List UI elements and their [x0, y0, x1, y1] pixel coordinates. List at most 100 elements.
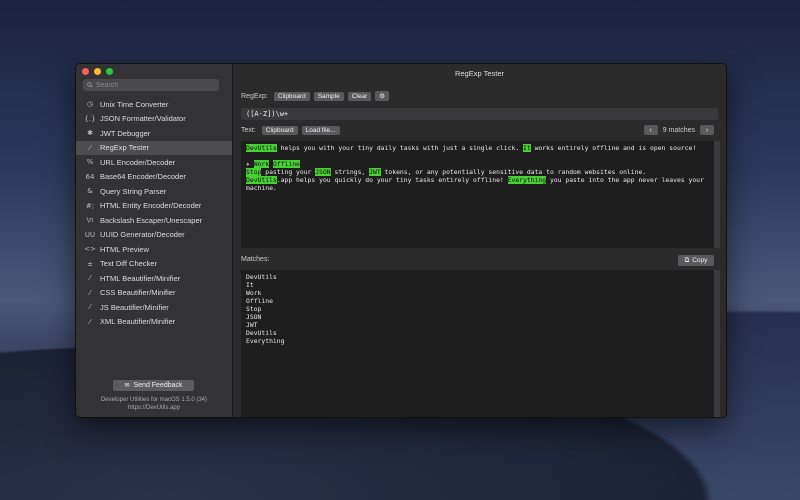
hash-icon: #;: [85, 201, 95, 210]
sidebar-item-label: RegExp Tester: [100, 143, 150, 153]
sidebar-item-label: JSON Formatter/Validator: [100, 114, 186, 124]
app-footer: Developer Utilities for macOS 1.5.0 (34)…: [76, 396, 232, 412]
main-panel: RegExp Tester RegExp: Clipboard Sample C…: [233, 64, 726, 417]
sample-button[interactable]: Sample: [313, 91, 344, 101]
sidebar-item-label: Text Diff Checker: [100, 259, 157, 269]
backslash-icon: \n: [86, 216, 94, 225]
sidebar-item[interactable]: % URL Encoder/Decoder: [76, 155, 232, 170]
clock-icon: ◷: [86, 100, 94, 109]
match-navigator: ‹ 9 matches ›: [643, 125, 714, 135]
wand-icon: ⁄: [89, 274, 91, 283]
braces-icon: {.}: [84, 114, 96, 123]
sidebar-item[interactable]: ⁄ HTML Beautifier/Minifier: [76, 271, 232, 286]
version-text: Developer Utilities for macOS 1.5.0 (34): [100, 397, 208, 403]
sidebar-item[interactable]: ± Text Diff Checker: [76, 257, 232, 272]
search-input[interactable]: [93, 81, 206, 89]
sidebar-item[interactable]: {.} JSON Formatter/Validator: [76, 112, 232, 127]
matches-list[interactable]: DevUtils It Work Offline Stop JSON JWT DevUtils…: [241, 270, 714, 417]
close-button[interactable]: [82, 68, 89, 75]
regexp-label: RegExp:: [241, 92, 268, 100]
send-feedback-label: Send Feedback: [133, 382, 183, 389]
text-editor[interactable]: DevUtils helps you with your tiny daily …: [241, 141, 714, 248]
wand-icon: ⁄: [89, 288, 91, 297]
match-item: It: [246, 281, 254, 289]
matches-scrollbar[interactable]: [714, 270, 720, 417]
regexp-toolbar: RegExp: Clipboard Sample Clear ⚙: [241, 91, 390, 101]
sidebar: ◷ Unix Time Converter {.} JSON Formatter/Va…: [76, 64, 233, 417]
copy-label: Copy: [692, 257, 708, 264]
sidebar-item-label: Unix Time Converter: [100, 99, 169, 109]
mail-icon: ✉: [124, 383, 130, 389]
search-field[interactable]: [83, 79, 219, 91]
uuid-icon: UU: [84, 230, 96, 239]
sidebar-item-label: Backslash Escaper/Unescaper: [100, 215, 203, 225]
sidebar-item[interactable]: <> HTML Preview: [76, 242, 232, 257]
jwt-icon: ✱: [87, 129, 93, 138]
sidebar-item-label: XML Beautifier/Minifier: [100, 317, 176, 327]
sidebar-item[interactable]: ◷ Unix Time Converter: [76, 97, 232, 112]
airplane-icon: ✈: [246, 160, 250, 168]
website-link[interactable]: https://DevUtils.app: [76, 404, 232, 412]
sidebar-item[interactable]: ⁄ RegExp Tester: [76, 140, 232, 155]
next-match-button[interactable]: ›: [700, 125, 714, 135]
sidebar-item-label: HTML Preview: [100, 244, 149, 254]
sidebar-item[interactable]: & Query String Parser: [76, 184, 232, 199]
sidebar-item[interactable]: #; HTML Entity Encoder/Decoder: [76, 199, 232, 214]
sidebar-item-label: UUID Generator/Decoder: [100, 230, 185, 240]
sidebar-item[interactable]: ⁄ CSS Beautifier/Minifier: [76, 286, 232, 301]
app-window: ◷ Unix Time Converter {.} JSON Formatter/Va…: [75, 63, 727, 418]
regexp-clipboard-button[interactable]: Clipboard: [273, 91, 310, 101]
match-item: Everything: [246, 337, 285, 345]
diff-icon: ±: [87, 259, 93, 268]
settings-gear-button[interactable]: ⚙: [375, 91, 390, 101]
match-item: Offline: [246, 297, 273, 305]
sidebar-item-label: CSS Beautifier/Minifier: [100, 288, 176, 298]
text-scrollbar[interactable]: [714, 141, 720, 248]
code-icon: <>: [84, 245, 96, 254]
sidebar-item-label: Query String Parser: [100, 186, 167, 196]
text-label: Text:: [241, 127, 256, 134]
clear-button[interactable]: Clear: [347, 91, 372, 101]
ampersand-icon: &: [87, 187, 93, 196]
match-item: JWT: [246, 321, 258, 329]
sidebar-item-label: Base64 Encoder/Decoder: [100, 172, 186, 182]
match-count: 9 matches: [662, 126, 695, 134]
traffic-lights: [82, 68, 113, 75]
text-clipboard-button[interactable]: Clipboard: [261, 126, 298, 135]
base64-icon: 64: [85, 172, 95, 181]
chevron-right-icon: ›: [705, 126, 709, 134]
text-toolbar: Text: Clipboard Load file...: [241, 126, 340, 135]
send-feedback-button[interactable]: ✉ Send Feedback: [113, 380, 194, 391]
matches-label: Matches:: [241, 256, 270, 263]
regexp-input[interactable]: ([A-Z])\w+: [241, 108, 718, 120]
copy-icon: ⧉: [684, 256, 690, 264]
sidebar-item-label: URL Encoder/Decoder: [100, 157, 176, 167]
sidebar-item[interactable]: ⁄ JS Beautifier/Minifier: [76, 300, 232, 315]
chevron-left-icon: ‹: [649, 126, 652, 134]
sidebar-item[interactable]: ⁄ XML Beautifier/Minifier: [76, 315, 232, 330]
sidebar-item-label: JWT Debugger: [100, 128, 151, 138]
match-item: Stop: [246, 305, 262, 313]
match-item: DevUtils: [246, 329, 277, 337]
match-item: Work: [246, 289, 262, 297]
sidebar-item[interactable]: \n Backslash Escaper/Unescaper: [76, 213, 232, 228]
zoom-button[interactable]: [106, 68, 113, 75]
window-title: RegExp Tester: [454, 69, 505, 78]
sidebar-item[interactable]: UU UUID Generator/Decoder: [76, 228, 232, 243]
load-file-button[interactable]: Load file...: [301, 126, 340, 135]
wand-icon: ⁄: [89, 303, 91, 312]
regex-icon: ⁄: [89, 143, 91, 152]
minimize-button[interactable]: [94, 68, 101, 75]
prev-match-button[interactable]: ‹: [643, 125, 658, 135]
sidebar-item[interactable]: 64 Base64 Encoder/Decoder: [76, 170, 232, 185]
wand-icon: ⁄: [89, 317, 91, 326]
gear-icon: ⚙: [379, 93, 386, 100]
match-item: JSON: [246, 313, 262, 321]
sidebar-item-label: HTML Beautifier/Minifier: [100, 273, 181, 283]
match-item: DevUtils: [246, 273, 277, 281]
copy-button[interactable]: ⧉ Copy: [678, 255, 714, 266]
sidebar-item-label: JS Beautifier/Minifier: [100, 302, 169, 312]
percent-icon: %: [86, 158, 94, 167]
sidebar-item-label: HTML Entity Encoder/Decoder: [100, 201, 202, 211]
sidebar-item[interactable]: ✱ JWT Debugger: [76, 126, 232, 141]
